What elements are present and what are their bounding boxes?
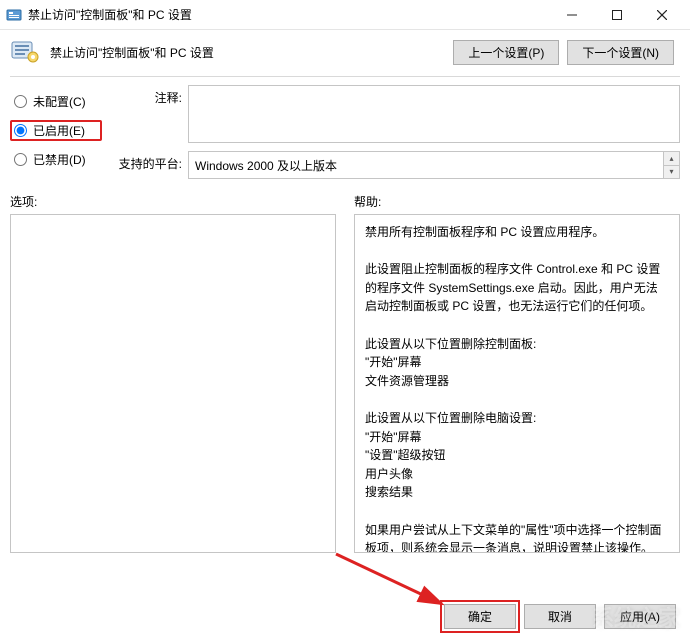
radio-enabled-input[interactable]: [14, 124, 27, 137]
spin-down-icon[interactable]: ▾: [664, 165, 679, 179]
minimize-button[interactable]: [549, 0, 594, 29]
titlebar: 禁止访问"控制面板"和 PC 设置: [0, 0, 690, 30]
dialog-buttons: 确定 取消 应用(A): [444, 604, 676, 629]
options-box[interactable]: [10, 214, 336, 553]
header-row: 禁止访问"控制面板"和 PC 设置 上一个设置(P) 下一个设置(N): [0, 30, 690, 68]
radio-disabled-input[interactable]: [14, 153, 27, 166]
divider: [10, 76, 680, 77]
maximize-button[interactable]: [594, 0, 639, 29]
apply-button[interactable]: 应用(A): [604, 604, 676, 629]
policy-icon: [10, 38, 42, 66]
window-controls: [549, 0, 684, 29]
radio-enabled-label: 已启用(E): [33, 122, 85, 139]
help-label: 帮助:: [354, 193, 680, 210]
platform-value: Windows 2000 及以上版本: [195, 157, 337, 174]
window-title: 禁止访问"控制面板"和 PC 设置: [28, 6, 549, 23]
radio-not-configured-input[interactable]: [14, 95, 27, 108]
options-label: 选项:: [10, 193, 336, 210]
options-column: 选项:: [10, 193, 336, 553]
comment-label: 注释:: [112, 85, 182, 106]
lower-area: 选项: 帮助: 禁用所有控制面板程序和 PC 设置应用程序。 此设置阻止控制面板…: [0, 179, 690, 559]
state-radios: 未配置(C) 已启用(E) 已禁用(D): [10, 85, 102, 179]
policy-title: 禁止访问"控制面板"和 PC 设置: [50, 44, 445, 61]
ok-button[interactable]: 确定: [444, 604, 516, 629]
fields-area: 注释: 支持的平台: Windows 2000 及以上版本 ▴ ▾: [112, 85, 680, 179]
radio-not-configured-label: 未配置(C): [33, 93, 86, 110]
help-box[interactable]: 禁用所有控制面板程序和 PC 设置应用程序。 此设置阻止控制面板的程序文件 Co…: [354, 214, 680, 553]
close-button[interactable]: [639, 0, 684, 29]
spin-up-icon[interactable]: ▴: [664, 152, 679, 165]
radio-disabled[interactable]: 已禁用(D): [10, 149, 102, 170]
radio-disabled-label: 已禁用(D): [33, 151, 86, 168]
prev-setting-button[interactable]: 上一个设置(P): [453, 40, 559, 65]
help-column: 帮助: 禁用所有控制面板程序和 PC 设置应用程序。 此设置阻止控制面板的程序文…: [354, 193, 680, 553]
platform-spin: ▴ ▾: [663, 152, 679, 178]
cancel-button[interactable]: 取消: [524, 604, 596, 629]
comment-input[interactable]: [188, 85, 680, 143]
platform-label: 支持的平台:: [112, 151, 182, 172]
radio-enabled[interactable]: 已启用(E): [10, 120, 102, 141]
next-setting-button[interactable]: 下一个设置(N): [567, 40, 674, 65]
platform-box: Windows 2000 及以上版本 ▴ ▾: [188, 151, 680, 179]
app-icon: [6, 7, 22, 23]
config-area: 未配置(C) 已启用(E) 已禁用(D) 注释: 支持的平台: Windows …: [0, 85, 690, 179]
radio-not-configured[interactable]: 未配置(C): [10, 91, 102, 112]
